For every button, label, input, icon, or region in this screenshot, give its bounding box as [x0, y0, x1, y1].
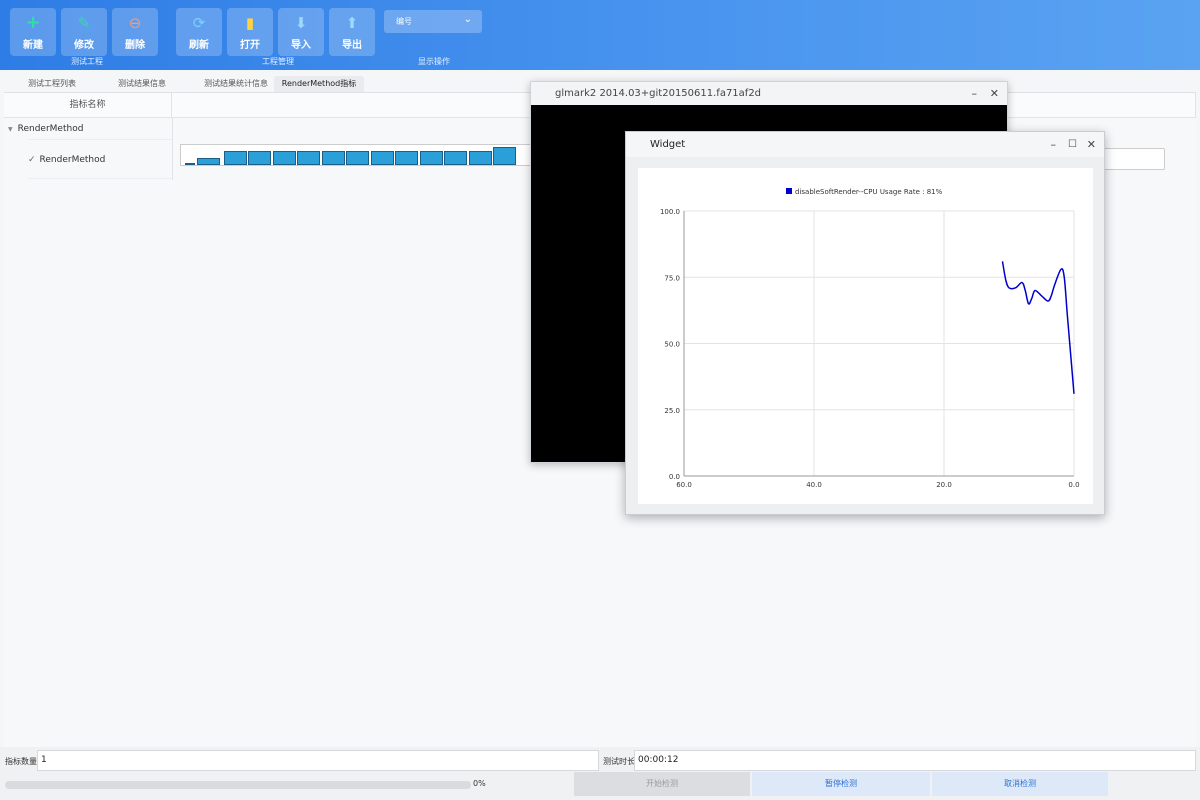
duration-field[interactable]: 00:00:12	[634, 750, 1196, 771]
chevron-down-icon: ⌄	[463, 14, 472, 25]
cpu-bar	[321, 151, 345, 165]
x-tick-label: 40.0	[806, 481, 822, 489]
column-header-name: 指标名称	[4, 93, 172, 118]
group-label-display: 显示操作	[418, 57, 450, 66]
close-icon[interactable]: ✕	[1087, 133, 1096, 156]
new-button[interactable]: + 新建	[10, 8, 56, 56]
x-tick-label: 0.0	[1068, 481, 1079, 489]
tab-rendermethod[interactable]: RenderMethod指标	[274, 76, 364, 92]
check-icon: ✓	[28, 155, 36, 165]
cpu-bar	[370, 151, 394, 165]
hidden-cell-input[interactable]	[1099, 148, 1165, 170]
widget-window-title: Widget	[626, 132, 1104, 157]
y-tick-label: 25.0	[664, 407, 680, 415]
delete-button-label: 删除	[125, 40, 145, 51]
metric-count-label: 指标数量	[5, 757, 37, 766]
minimize-icon[interactable]: –	[1051, 133, 1057, 156]
cpu-usage-line	[1001, 261, 1075, 394]
widget-window: Widget – ☐ ✕ 100.0 75.0 50.0 25.0 0.0 60.0 40.…	[625, 131, 1105, 515]
cpu-bar	[272, 151, 296, 165]
x-tick-label: 60.0	[676, 481, 692, 489]
cpu-bar	[297, 151, 320, 165]
chart-svg: 100.075.050.025.00.060.0 40.0 20.0 0.0disab…	[660, 188, 1080, 489]
cpu-usage-chart: 100.0 75.0 50.0 25.0 0.0 60.0 40.0 20.0 0.0 disab…	[638, 168, 1093, 504]
tab-result-info[interactable]: 测试结果信息	[102, 76, 182, 92]
cpu-bar	[197, 158, 220, 165]
plus-icon: +	[25, 12, 41, 33]
tree-row-parent[interactable]: ▼ RenderMethod	[4, 119, 172, 139]
cpu-bar	[185, 163, 195, 165]
import-icon: ⬇	[294, 14, 308, 32]
delete-button[interactable]: ⊖ 删除	[112, 8, 158, 56]
cpu-bar	[223, 151, 247, 165]
refresh-icon: ⟳	[192, 14, 206, 32]
column-divider	[172, 118, 173, 180]
sort-dropdown-value: 编号	[396, 17, 412, 26]
cpu-bar	[395, 151, 418, 165]
cpu-bar	[248, 151, 271, 165]
x-tick-label: 20.0	[936, 481, 952, 489]
edit-button[interactable]: ✎ 修改	[61, 8, 107, 56]
tree-parent-label: RenderMethod	[17, 124, 84, 134]
legend-swatch	[786, 188, 792, 194]
refresh-button[interactable]: ⟳ 刷新	[176, 8, 222, 56]
progress-percent: 0%	[473, 779, 486, 788]
group-label-manage: 工程管理	[262, 57, 294, 66]
y-tick-label: 75.0	[664, 274, 680, 282]
tab-result-stats[interactable]: 测试结果统计信息	[188, 76, 284, 92]
cancel-button[interactable]: 取消检测	[932, 772, 1108, 796]
edit-icon: ✎	[77, 14, 91, 32]
start-button[interactable]: 开始检测	[574, 772, 750, 796]
cpu-bar-chart	[180, 144, 534, 166]
new-button-label: 新建	[23, 40, 43, 51]
status-area: 指标数量 1 测试时长 00:00:12 0% 开始检测 暂停检测 取消检测	[0, 747, 1200, 800]
refresh-button-label: 刷新	[189, 40, 209, 51]
metric-count-field[interactable]: 1	[37, 750, 599, 771]
import-button-label: 导入	[291, 40, 311, 51]
sort-dropdown[interactable]: 编号 ⌄	[384, 10, 482, 33]
cpu-bar	[444, 151, 467, 165]
cpu-bar	[468, 151, 492, 165]
minimize-icon[interactable]: –	[972, 82, 978, 105]
toolbar: + 新建 ✎ 修改 ⊖ 删除 ⟳ 刷新 ▮ 打开 ⬇ 导入 ⬆ 导出 编号 ⌄ …	[0, 0, 1200, 70]
cpu-bar	[346, 151, 369, 165]
progress-track	[5, 781, 471, 789]
group-label-project: 测试工程	[71, 57, 103, 66]
maximize-icon[interactable]: ☐	[1068, 133, 1077, 156]
tree-row-child[interactable]: ✓ RenderMethod	[28, 139, 172, 179]
y-tick-label: 100.0	[660, 208, 680, 216]
y-tick-label: 50.0	[664, 341, 680, 349]
export-icon: ⬆	[345, 14, 359, 32]
open-button-label: 打开	[240, 40, 260, 51]
tab-project-list[interactable]: 测试工程列表	[12, 76, 92, 92]
cpu-bar	[493, 147, 516, 165]
import-button[interactable]: ⬇ 导入	[278, 8, 324, 56]
cpu-bar	[419, 151, 443, 165]
glmark-window-title: glmark2 2014.03+git20150611.fa71af2d	[531, 82, 1007, 105]
edit-button-label: 修改	[74, 40, 94, 51]
folder-open-icon: ▮	[245, 14, 255, 32]
pause-button[interactable]: 暂停检测	[752, 772, 930, 796]
expand-triangle-icon[interactable]: ▼	[4, 126, 18, 133]
close-icon[interactable]: ✕	[990, 82, 999, 105]
y-tick-label: 0.0	[669, 473, 680, 481]
legend-label: disableSoftRender--CPU Usage Rate : 81%	[795, 188, 943, 196]
export-button-label: 导出	[342, 40, 362, 51]
tree-child-label: RenderMethod	[39, 155, 106, 165]
open-button[interactable]: ▮ 打开	[227, 8, 273, 56]
duration-label: 测试时长	[603, 757, 635, 766]
export-button[interactable]: ⬆ 导出	[329, 8, 375, 56]
delete-icon: ⊖	[128, 14, 142, 32]
